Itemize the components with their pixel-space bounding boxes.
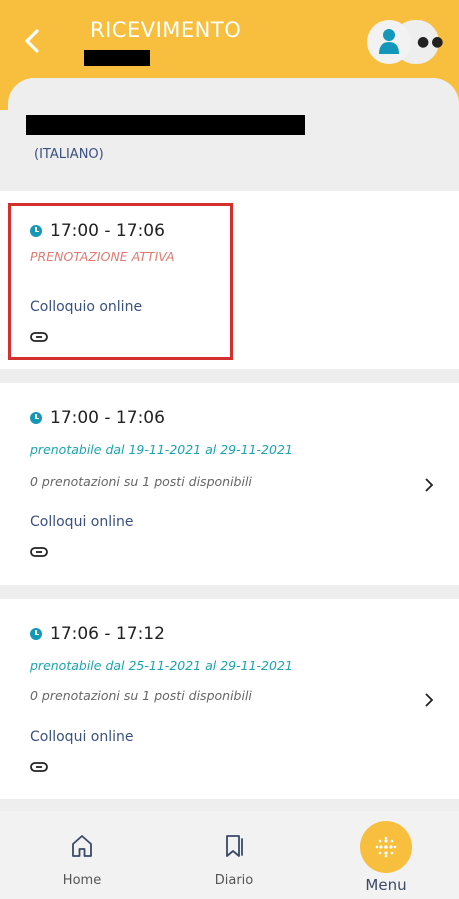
slot-time-row: 17:06 - 17:12 <box>30 624 165 644</box>
booking-count: 0 prenotazioni su 1 posti disponibili <box>30 688 252 703</box>
menu-grid-icon <box>375 836 397 858</box>
slot-time: 17:06 - 17:12 <box>50 624 165 644</box>
nav-menu-label: Menu <box>365 876 407 894</box>
nav-home[interactable]: Home <box>52 833 112 888</box>
link-icon[interactable] <box>30 547 48 557</box>
chevron-right-icon[interactable] <box>424 693 434 707</box>
nav-diario-label: Diario <box>214 873 254 888</box>
redacted-teacher-name <box>26 115 305 135</box>
clock-icon <box>30 628 42 640</box>
slot-time: 17:00 - 17:06 <box>50 408 165 428</box>
bookmark-icon <box>226 835 243 857</box>
teacher-subject: (ITALIANO) <box>34 147 104 162</box>
clock-icon <box>30 412 42 424</box>
booking-count: 0 prenotazioni su 1 posti disponibili <box>30 474 252 489</box>
avatar[interactable] <box>367 20 411 64</box>
account-menu[interactable]: ●● <box>367 18 443 66</box>
page-title: RICEVIMENTO <box>90 18 242 42</box>
chevron-right-icon[interactable] <box>424 478 434 492</box>
nav-menu[interactable]: Menu <box>356 876 416 894</box>
home-icon <box>72 835 92 857</box>
availability-dates: prenotabile dal 25-11-2021 al 29-11-2021 <box>30 658 293 673</box>
teacher-card: (ITALIANO) <box>8 78 459 188</box>
nav-diario[interactable]: Diario <box>204 833 264 888</box>
more-dots-icon[interactable]: ●● <box>417 35 445 49</box>
meeting-mode: Colloqui online <box>30 514 134 530</box>
link-icon[interactable] <box>30 762 48 772</box>
nav-home-label: Home <box>62 873 102 888</box>
nav-menu-button[interactable] <box>360 821 412 873</box>
slot-card[interactable]: 17:00 - 17:06 prenotabile dal 19-11-2021… <box>0 383 459 585</box>
slot-card[interactable]: 17:06 - 17:12 prenotabile dal 25-11-2021… <box>0 599 459 799</box>
back-arrow-icon[interactable] <box>18 24 48 58</box>
selection-highlight <box>8 203 233 360</box>
meeting-mode: Colloqui online <box>30 729 134 745</box>
availability-dates: prenotabile dal 19-11-2021 al 29-11-2021 <box>30 442 293 457</box>
redacted-subtitle <box>84 50 150 66</box>
user-icon <box>379 29 399 54</box>
slot-time-row: 17:00 - 17:06 <box>30 408 165 428</box>
